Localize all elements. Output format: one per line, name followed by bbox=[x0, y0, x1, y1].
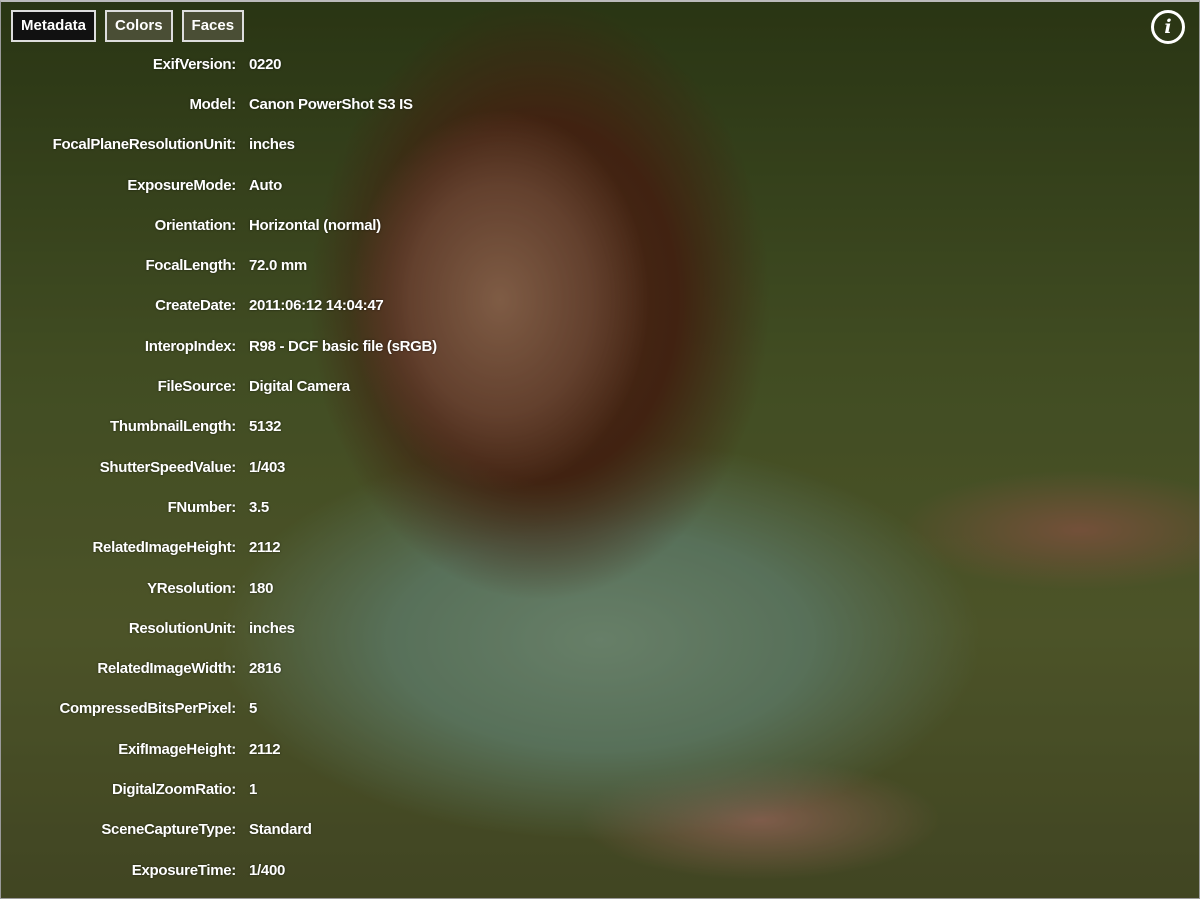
metadata-value: R98 - DCF basic file (sRGB) bbox=[249, 337, 437, 355]
metadata-key: RelatedImageWidth: bbox=[97, 660, 236, 678]
metadata-row: ThumbnailLength: 5132 bbox=[0, 407, 437, 447]
metadata-key: InteropIndex: bbox=[144, 337, 236, 355]
tab-metadata[interactable]: Metadata bbox=[11, 10, 97, 42]
metadata-row: FocalLength: 72.0 mm bbox=[0, 245, 437, 285]
metadata-row: ExifImageHeight: 2112 bbox=[0, 729, 437, 769]
metadata-row: RelatedImageWidth: 2816 bbox=[0, 648, 437, 688]
metadata-key: ExposureMode: bbox=[127, 176, 236, 194]
metadata-value: 1/400 bbox=[249, 861, 286, 879]
metadata-row: RelatedImageHeight: 2112 bbox=[0, 528, 437, 568]
metadata-key: YResolution: bbox=[147, 579, 236, 597]
metadata-value: 5 bbox=[249, 700, 258, 718]
metadata-value: Digital Camera bbox=[249, 378, 350, 396]
metadata-key: ThumbnailLength: bbox=[109, 418, 236, 436]
metadata-key: Model: bbox=[189, 95, 236, 113]
metadata-value: 1 bbox=[249, 780, 258, 798]
metadata-value: 0220 bbox=[249, 56, 282, 73]
metadata-value: Standard bbox=[249, 821, 312, 839]
metadata-row: ExposureTime: 1/400 bbox=[0, 850, 437, 890]
tab-colors[interactable]: Colors bbox=[105, 10, 173, 42]
metadata-value: Canon PowerShot S3 IS bbox=[249, 95, 413, 113]
metadata-value: inches bbox=[249, 136, 295, 154]
metadata-key: FocalLength: bbox=[145, 257, 236, 275]
metadata-value: Horizontal (normal) bbox=[249, 216, 381, 234]
metadata-value: 2112 bbox=[249, 740, 281, 758]
metadata-value: 2112 bbox=[249, 539, 281, 557]
tab-faces[interactable]: Faces bbox=[181, 10, 245, 42]
metadata-row: Model: Canon PowerShot S3 IS bbox=[0, 84, 437, 124]
metadata-value: inches bbox=[249, 619, 295, 637]
metadata-key: FileSource: bbox=[157, 378, 237, 396]
metadata-row: Orientation: Horizontal (normal) bbox=[0, 205, 437, 245]
metadata-row: FileSource: Digital Camera bbox=[0, 366, 437, 406]
metadata-key: CompressedBitsPerPixel: bbox=[59, 700, 236, 718]
metadata-value: 72.0 mm bbox=[249, 257, 307, 275]
metadata-row: FocalPlaneResolutionUnit: inches bbox=[0, 125, 437, 165]
metadata-key: ExifVersion: bbox=[152, 56, 236, 73]
metadata-value: 3.5 bbox=[249, 498, 269, 516]
metadata-row: ResolutionUnit: inches bbox=[0, 608, 437, 648]
metadata-value: 2816 bbox=[249, 660, 282, 678]
metadata-key: CreateDate: bbox=[155, 297, 236, 315]
metadata-key: ShutterSpeedValue: bbox=[99, 458, 237, 476]
info-icon[interactable]: i bbox=[1151, 10, 1185, 44]
metadata-key: Orientation: bbox=[154, 216, 237, 234]
metadata-key: FNumber: bbox=[167, 498, 237, 516]
metadata-value: Auto bbox=[249, 176, 282, 194]
metadata-key: RelatedImageHeight: bbox=[92, 539, 237, 557]
metadata-row: CreateDate: 2011:06:12 14:04:47 bbox=[0, 286, 437, 326]
metadata-key: FocalPlaneResolutionUnit: bbox=[52, 136, 237, 154]
metadata-row: ShutterSpeedValue: 1/403 bbox=[0, 447, 437, 487]
metadata-key: ExposureTime: bbox=[131, 861, 237, 879]
metadata-key: ResolutionUnit: bbox=[128, 619, 236, 637]
metadata-row: FNumber: 3.5 bbox=[0, 487, 437, 527]
metadata-row: ExposureMode: Auto bbox=[0, 165, 437, 205]
metadata-value: 1/403 bbox=[249, 458, 286, 476]
metadata-row: YResolution: 180 bbox=[0, 568, 437, 608]
metadata-value: 2011:06:12 14:04:47 bbox=[249, 297, 384, 315]
metadata-row: ExifVersion: 0220 bbox=[0, 56, 437, 84]
view-tabs: Metadata Colors Faces bbox=[11, 10, 245, 42]
metadata-value: 180 bbox=[249, 579, 274, 597]
metadata-row: CompressedBitsPerPixel: 5 bbox=[0, 689, 437, 729]
metadata-panel[interactable]: ExifVersion: 0220 Model: Canon PowerShot S3… bbox=[0, 56, 700, 899]
metadata-row: InteropIndex: R98 - DCF basic file (sRGB) bbox=[0, 326, 437, 366]
metadata-key: ExifImageHeight: bbox=[118, 740, 236, 758]
metadata-row: SceneCaptureType: Standard bbox=[0, 810, 437, 850]
metadata-value: 5132 bbox=[249, 418, 282, 436]
metadata-row: DigitalZoomRatio: 1 bbox=[0, 769, 437, 809]
metadata-key: SceneCaptureType: bbox=[101, 821, 236, 839]
metadata-key: DigitalZoomRatio: bbox=[111, 780, 236, 798]
